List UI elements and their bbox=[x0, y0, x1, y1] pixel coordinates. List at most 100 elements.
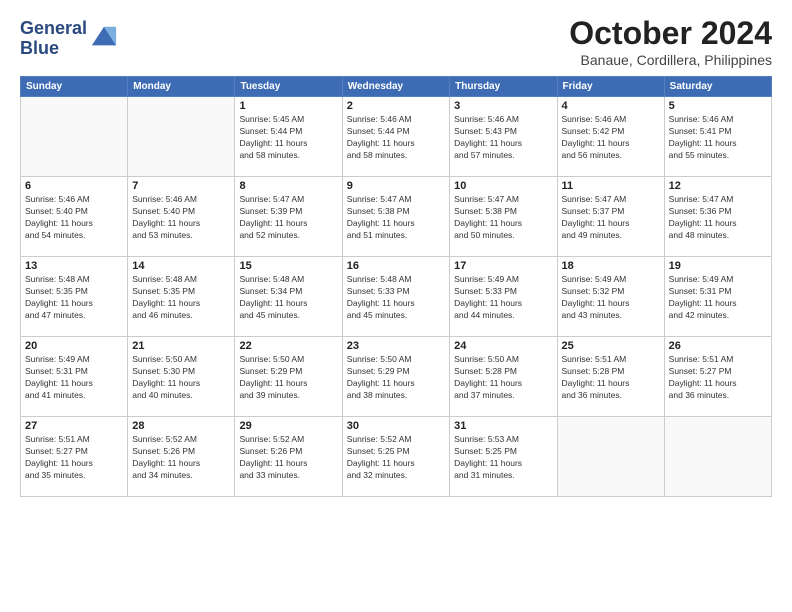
day-number: 27 bbox=[25, 420, 123, 432]
calendar-week-row: 1 Sunrise: 5:45 AMSunset: 5:44 PMDaylight… bbox=[21, 97, 772, 177]
day-info: Sunrise: 5:46 AMSunset: 5:42 PMDaylight:… bbox=[562, 114, 660, 162]
col-sunday: Sunday bbox=[21, 77, 128, 97]
col-saturday: Saturday bbox=[664, 77, 771, 97]
day-number: 17 bbox=[454, 260, 552, 272]
day-number: 21 bbox=[132, 340, 230, 352]
day-info: Sunrise: 5:48 AMSunset: 5:35 PMDaylight:… bbox=[25, 274, 123, 322]
day-info: Sunrise: 5:47 AMSunset: 5:38 PMDaylight:… bbox=[454, 194, 552, 242]
page: GeneralBlue October 2024 Banaue, Cordill… bbox=[0, 0, 792, 612]
table-row: 22 Sunrise: 5:50 AMSunset: 5:29 PMDayligh… bbox=[235, 337, 342, 417]
day-number: 22 bbox=[239, 340, 337, 352]
day-number: 31 bbox=[454, 420, 552, 432]
table-row: 21 Sunrise: 5:50 AMSunset: 5:30 PMDayligh… bbox=[128, 337, 235, 417]
table-row: 31 Sunrise: 5:53 AMSunset: 5:25 PMDayligh… bbox=[450, 417, 557, 497]
day-info: Sunrise: 5:48 AMSunset: 5:33 PMDaylight:… bbox=[347, 274, 445, 322]
table-row: 8Sunrise: 5:47 AMSunset: 5:39 PMDaylight… bbox=[235, 177, 342, 257]
table-row: 11 Sunrise: 5:47 AMSunset: 5:37 PMDayligh… bbox=[557, 177, 664, 257]
table-row: 6 Sunrise: 5:46 AMSunset: 5:40 PMDaylight… bbox=[21, 177, 128, 257]
day-number: 7 bbox=[132, 180, 230, 192]
day-info: Sunrise: 5:46 AMSunset: 5:41 PMDaylight:… bbox=[669, 114, 767, 162]
table-row: 12 Sunrise: 5:47 AMSunset: 5:36 PMDayligh… bbox=[664, 177, 771, 257]
day-number: 23 bbox=[347, 340, 445, 352]
day-info: Sunrise: 5:48 AMSunset: 5:35 PMDaylight:… bbox=[132, 274, 230, 322]
day-number: 11 bbox=[562, 180, 660, 192]
day-number: 28 bbox=[132, 420, 230, 432]
day-info: Sunrise: 5:52 AMSunset: 5:26 PMDaylight:… bbox=[132, 434, 230, 482]
day-info: Sunrise: 5:46 AMSunset: 5:40 PMDaylight:… bbox=[132, 194, 230, 242]
day-number: 9 bbox=[347, 180, 445, 192]
day-number: 24 bbox=[454, 340, 552, 352]
day-number: 20 bbox=[25, 340, 123, 352]
table-row: 23 Sunrise: 5:50 AMSunset: 5:29 PMDayligh… bbox=[342, 337, 449, 417]
day-info: Sunrise: 5:51 AMSunset: 5:28 PMDaylight:… bbox=[562, 354, 660, 402]
table-row: 17Sunrise: 5:49 AMSunset: 5:33 PMDayligh… bbox=[450, 257, 557, 337]
day-info: Sunrise: 5:46 AMSunset: 5:44 PMDaylight:… bbox=[347, 114, 445, 162]
day-number: 4 bbox=[562, 100, 660, 112]
col-friday: Friday bbox=[557, 77, 664, 97]
calendar-week-row: 13 Sunrise: 5:48 AMSunset: 5:35 PMDayligh… bbox=[21, 257, 772, 337]
day-info: Sunrise: 5:47 AMSunset: 5:39 PMDaylight:… bbox=[239, 194, 337, 242]
table-row: 19Sunrise: 5:49 AMSunset: 5:31 PMDayligh… bbox=[664, 257, 771, 337]
calendar-header-row: Sunday Monday Tuesday Wednesday Thursday… bbox=[21, 77, 772, 97]
table-row: 29Sunrise: 5:52 AMSunset: 5:26 PMDayligh… bbox=[235, 417, 342, 497]
day-info: Sunrise: 5:50 AMSunset: 5:29 PMDaylight:… bbox=[239, 354, 337, 402]
day-number: 13 bbox=[25, 260, 123, 272]
table-row: 5 Sunrise: 5:46 AMSunset: 5:41 PMDaylight… bbox=[664, 97, 771, 177]
day-info: Sunrise: 5:47 AMSunset: 5:37 PMDaylight:… bbox=[562, 194, 660, 242]
day-info: Sunrise: 5:45 AMSunset: 5:44 PMDaylight:… bbox=[239, 114, 337, 162]
calendar-table: Sunday Monday Tuesday Wednesday Thursday… bbox=[20, 76, 772, 497]
day-number: 25 bbox=[562, 340, 660, 352]
day-info: Sunrise: 5:50 AMSunset: 5:30 PMDaylight:… bbox=[132, 354, 230, 402]
table-row: 25 Sunrise: 5:51 AMSunset: 5:28 PMDayligh… bbox=[557, 337, 664, 417]
table-row: 10 Sunrise: 5:47 AMSunset: 5:38 PMDayligh… bbox=[450, 177, 557, 257]
table-row bbox=[557, 417, 664, 497]
day-number: 2 bbox=[347, 100, 445, 112]
table-row bbox=[128, 97, 235, 177]
day-number: 12 bbox=[669, 180, 767, 192]
location-title: Banaue, Cordillera, Philippines bbox=[569, 52, 772, 68]
day-info: Sunrise: 5:46 AMSunset: 5:40 PMDaylight:… bbox=[25, 194, 123, 242]
table-row: 30Sunrise: 5:52 AMSunset: 5:25 PMDayligh… bbox=[342, 417, 449, 497]
day-number: 3 bbox=[454, 100, 552, 112]
col-thursday: Thursday bbox=[450, 77, 557, 97]
table-row: 4 Sunrise: 5:46 AMSunset: 5:42 PMDaylight… bbox=[557, 97, 664, 177]
calendar-week-row: 6 Sunrise: 5:46 AMSunset: 5:40 PMDaylight… bbox=[21, 177, 772, 257]
day-info: Sunrise: 5:50 AMSunset: 5:28 PMDaylight:… bbox=[454, 354, 552, 402]
day-number: 26 bbox=[669, 340, 767, 352]
table-row: 7 Sunrise: 5:46 AMSunset: 5:40 PMDaylight… bbox=[128, 177, 235, 257]
table-row: 13 Sunrise: 5:48 AMSunset: 5:35 PMDayligh… bbox=[21, 257, 128, 337]
table-row: 24 Sunrise: 5:50 AMSunset: 5:28 PMDayligh… bbox=[450, 337, 557, 417]
day-info: Sunrise: 5:50 AMSunset: 5:29 PMDaylight:… bbox=[347, 354, 445, 402]
table-row: 26 Sunrise: 5:51 AMSunset: 5:27 PMDayligh… bbox=[664, 337, 771, 417]
day-info: Sunrise: 5:51 AMSunset: 5:27 PMDaylight:… bbox=[669, 354, 767, 402]
logo-text: GeneralBlue bbox=[20, 19, 87, 59]
table-row: 16Sunrise: 5:48 AMSunset: 5:33 PMDayligh… bbox=[342, 257, 449, 337]
day-number: 30 bbox=[347, 420, 445, 432]
calendar-week-row: 20Sunrise: 5:49 AMSunset: 5:31 PMDayligh… bbox=[21, 337, 772, 417]
day-number: 10 bbox=[454, 180, 552, 192]
day-info: Sunrise: 5:48 AMSunset: 5:34 PMDaylight:… bbox=[239, 274, 337, 322]
day-number: 5 bbox=[669, 100, 767, 112]
day-info: Sunrise: 5:47 AMSunset: 5:38 PMDaylight:… bbox=[347, 194, 445, 242]
day-info: Sunrise: 5:53 AMSunset: 5:25 PMDaylight:… bbox=[454, 434, 552, 482]
table-row bbox=[21, 97, 128, 177]
table-row bbox=[664, 417, 771, 497]
header: GeneralBlue October 2024 Banaue, Cordill… bbox=[20, 15, 772, 68]
day-info: Sunrise: 5:46 AMSunset: 5:43 PMDaylight:… bbox=[454, 114, 552, 162]
day-number: 6 bbox=[25, 180, 123, 192]
day-number: 1 bbox=[239, 100, 337, 112]
table-row: 27 Sunrise: 5:51 AMSunset: 5:27 PMDayligh… bbox=[21, 417, 128, 497]
table-row: 9 Sunrise: 5:47 AMSunset: 5:38 PMDaylight… bbox=[342, 177, 449, 257]
table-row: 3 Sunrise: 5:46 AMSunset: 5:43 PMDaylight… bbox=[450, 97, 557, 177]
table-row: 1 Sunrise: 5:45 AMSunset: 5:44 PMDaylight… bbox=[235, 97, 342, 177]
day-info: Sunrise: 5:49 AMSunset: 5:32 PMDaylight:… bbox=[562, 274, 660, 322]
title-block: October 2024 Banaue, Cordillera, Philipp… bbox=[569, 15, 772, 68]
day-number: 18 bbox=[562, 260, 660, 272]
day-info: Sunrise: 5:51 AMSunset: 5:27 PMDaylight:… bbox=[25, 434, 123, 482]
day-number: 19 bbox=[669, 260, 767, 272]
table-row: 20Sunrise: 5:49 AMSunset: 5:31 PMDayligh… bbox=[21, 337, 128, 417]
col-tuesday: Tuesday bbox=[235, 77, 342, 97]
table-row: 28 Sunrise: 5:52 AMSunset: 5:26 PMDayligh… bbox=[128, 417, 235, 497]
day-info: Sunrise: 5:47 AMSunset: 5:36 PMDaylight:… bbox=[669, 194, 767, 242]
day-number: 29 bbox=[239, 420, 337, 432]
